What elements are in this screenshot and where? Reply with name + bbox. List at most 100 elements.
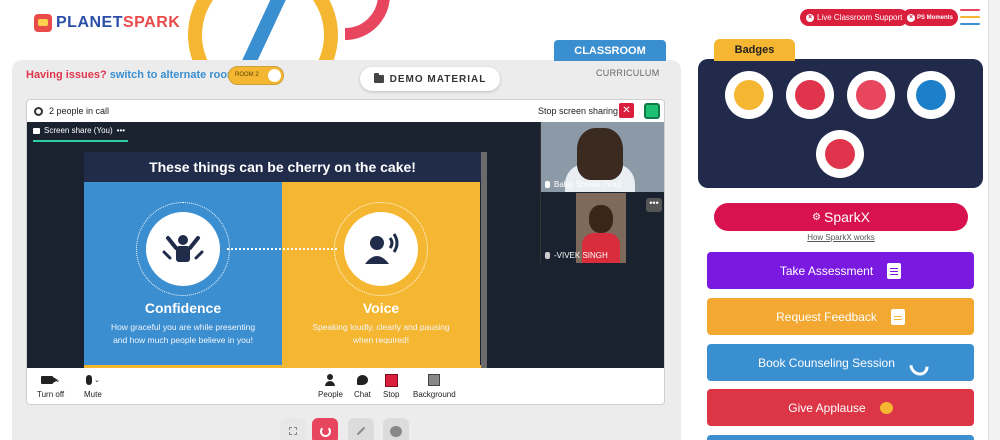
screen-icon (33, 127, 40, 134)
take-assessment-label: Take Assessment (779, 263, 874, 278)
people-label: People (318, 390, 343, 399)
mute-button[interactable]: ⌄ Mute (84, 372, 102, 399)
turn-off-label: Turn off (37, 390, 65, 399)
badges-tab[interactable]: Badges (714, 39, 795, 61)
slide-panel-voice: Voice Speaking loudly, clearly and pausi… (282, 182, 480, 368)
palette-icon (390, 425, 402, 437)
chevron-down-icon[interactable]: ⌄ (94, 376, 100, 384)
alternate-room-link[interactable]: switch to alternate room (110, 69, 237, 81)
clipboard-icon (887, 262, 902, 279)
screen-share-stage: Screen share (You) ••• These things can … (27, 122, 664, 368)
folder-icon (373, 73, 384, 83)
room-toggle[interactable]: ROOM 2 (228, 66, 284, 85)
tab-curriculum[interactable]: CURRICULUM (596, 68, 660, 78)
lightbulb-icon (916, 80, 946, 110)
video-call-window: 2 people in call Stop screen sharing ✕ S… (26, 99, 665, 405)
tab-classroom[interactable]: CLASSROOM (554, 40, 666, 61)
screen-share-label: Screen share (You) (44, 126, 113, 135)
slide-panel-confidence: Confidence How graceful you are while pr… (84, 182, 282, 368)
participant-tile[interactable]: ••• -VIVEK SINGH (540, 193, 664, 263)
hamburger-menu-icon[interactable] (960, 9, 980, 25)
end-session-button[interactable] (312, 418, 338, 440)
gear-icon[interactable] (34, 106, 43, 116)
planetspark-logo[interactable]: PLANETSPARK (34, 14, 180, 32)
fullscreen-icon (289, 427, 297, 435)
sparkx-button[interactable]: ⚙ SparkX (714, 203, 968, 231)
confidence-description: How graceful you are while presenting an… (110, 322, 256, 345)
take-assessment-button[interactable]: Take Assessment (707, 252, 974, 289)
screen-share-tab[interactable]: Screen share (You) ••• (33, 126, 125, 135)
call-toolbar: ⌄ Turn off ⌄ Mute People Chat Stop Backg… (27, 368, 664, 404)
chat-label: Chat (354, 390, 371, 399)
ps-moments-button[interactable]: × PS Moments (902, 9, 959, 26)
participant-video (577, 128, 623, 180)
camera-toggle-button[interactable]: ⌄ Turn off (37, 372, 64, 399)
badge-bulb[interactable] (907, 71, 955, 119)
give-applause-button[interactable]: Give Applause (707, 389, 974, 426)
close-circle-icon: × (907, 13, 915, 22)
rocket-icon (856, 80, 886, 110)
share-scrollbar[interactable] (481, 152, 487, 368)
people-in-call: 2 people in call (49, 106, 110, 116)
background-icon (428, 374, 441, 386)
badge-hero[interactable] (786, 71, 834, 119)
fullscreen-button[interactable] (280, 418, 306, 440)
stop-share-icon (384, 373, 398, 387)
people-icon (325, 374, 336, 386)
robot-logo-icon (34, 14, 52, 32)
next-action-button[interactable] (707, 435, 974, 440)
badge-trophy[interactable] (725, 71, 773, 119)
mute-label: Mute (84, 390, 102, 399)
power-icon (319, 425, 331, 437)
page-scrollbar[interactable] (988, 0, 1000, 440)
more-options-icon[interactable]: ••• (646, 198, 662, 212)
active-tab-indicator (33, 140, 128, 142)
how-sparkx-works-link[interactable]: How SparkX works (714, 233, 968, 242)
toggle-knob (268, 69, 281, 82)
live-support-label: Live Classroom Support (817, 13, 903, 22)
stop-share-button[interactable]: Stop (383, 372, 399, 399)
mic-muted-icon (545, 252, 550, 259)
request-feedback-button[interactable]: Request Feedback (707, 298, 974, 335)
background-button[interactable]: Background (413, 372, 456, 399)
microphone-icon (85, 375, 92, 385)
voice-title: Voice (362, 300, 400, 316)
request-feedback-label: Request Feedback (776, 309, 877, 324)
palette-button[interactable] (383, 418, 409, 440)
sparkx-label: SparkX (824, 209, 870, 225)
book-counseling-button[interactable]: Book Counseling Session (707, 344, 974, 381)
room-toggle-label: ROOM 2 (235, 72, 259, 78)
live-classroom-support-button[interactable]: × Live Classroom Support (800, 9, 909, 26)
demo-material-button[interactable]: DEMO MATERIAL (360, 67, 500, 91)
participant-name: Balaji Shinde (You) (554, 180, 622, 189)
issues-text: Having issues? (26, 69, 107, 81)
gear-icon: ⚙ (812, 211, 822, 223)
hero-icon (795, 80, 825, 110)
badge-rocket[interactable] (847, 71, 895, 119)
annotate-button[interactable] (348, 418, 374, 440)
slide-connector (227, 248, 337, 250)
stop-screen-sharing-label[interactable]: Stop screen sharing (538, 106, 618, 116)
clapping-hands-icon (879, 401, 893, 414)
picture-in-picture-icon[interactable] (644, 103, 660, 119)
voice-speaker-icon (344, 212, 418, 286)
confidence-title: Confidence (144, 300, 222, 316)
slide-heading: These things can be cherry on the cake! (84, 152, 481, 182)
people-button[interactable]: People (318, 372, 343, 399)
pencil-icon (356, 426, 366, 436)
mic-icon (545, 181, 550, 188)
more-options-icon[interactable]: ••• (117, 126, 125, 135)
chat-icon (356, 375, 368, 385)
ps-moments-label: PS Moments (917, 14, 954, 21)
chat-button[interactable]: Chat (354, 372, 371, 399)
background-label: Background (413, 390, 456, 399)
confidence-icon (146, 212, 220, 286)
demo-material-label: DEMO MATERIAL (389, 73, 487, 85)
stop-share-close-icon[interactable]: ✕ (619, 103, 634, 118)
book-counseling-label: Book Counseling Session (758, 355, 895, 370)
presentation-slide: These things can be cherry on the cake! … (84, 152, 481, 368)
participant-tile-self[interactable]: Balaji Shinde (You) (540, 122, 664, 192)
stop-label: Stop (383, 390, 400, 399)
badge-star[interactable] (816, 130, 864, 178)
issues-message: Having issues? switch to alternate room (26, 69, 237, 81)
